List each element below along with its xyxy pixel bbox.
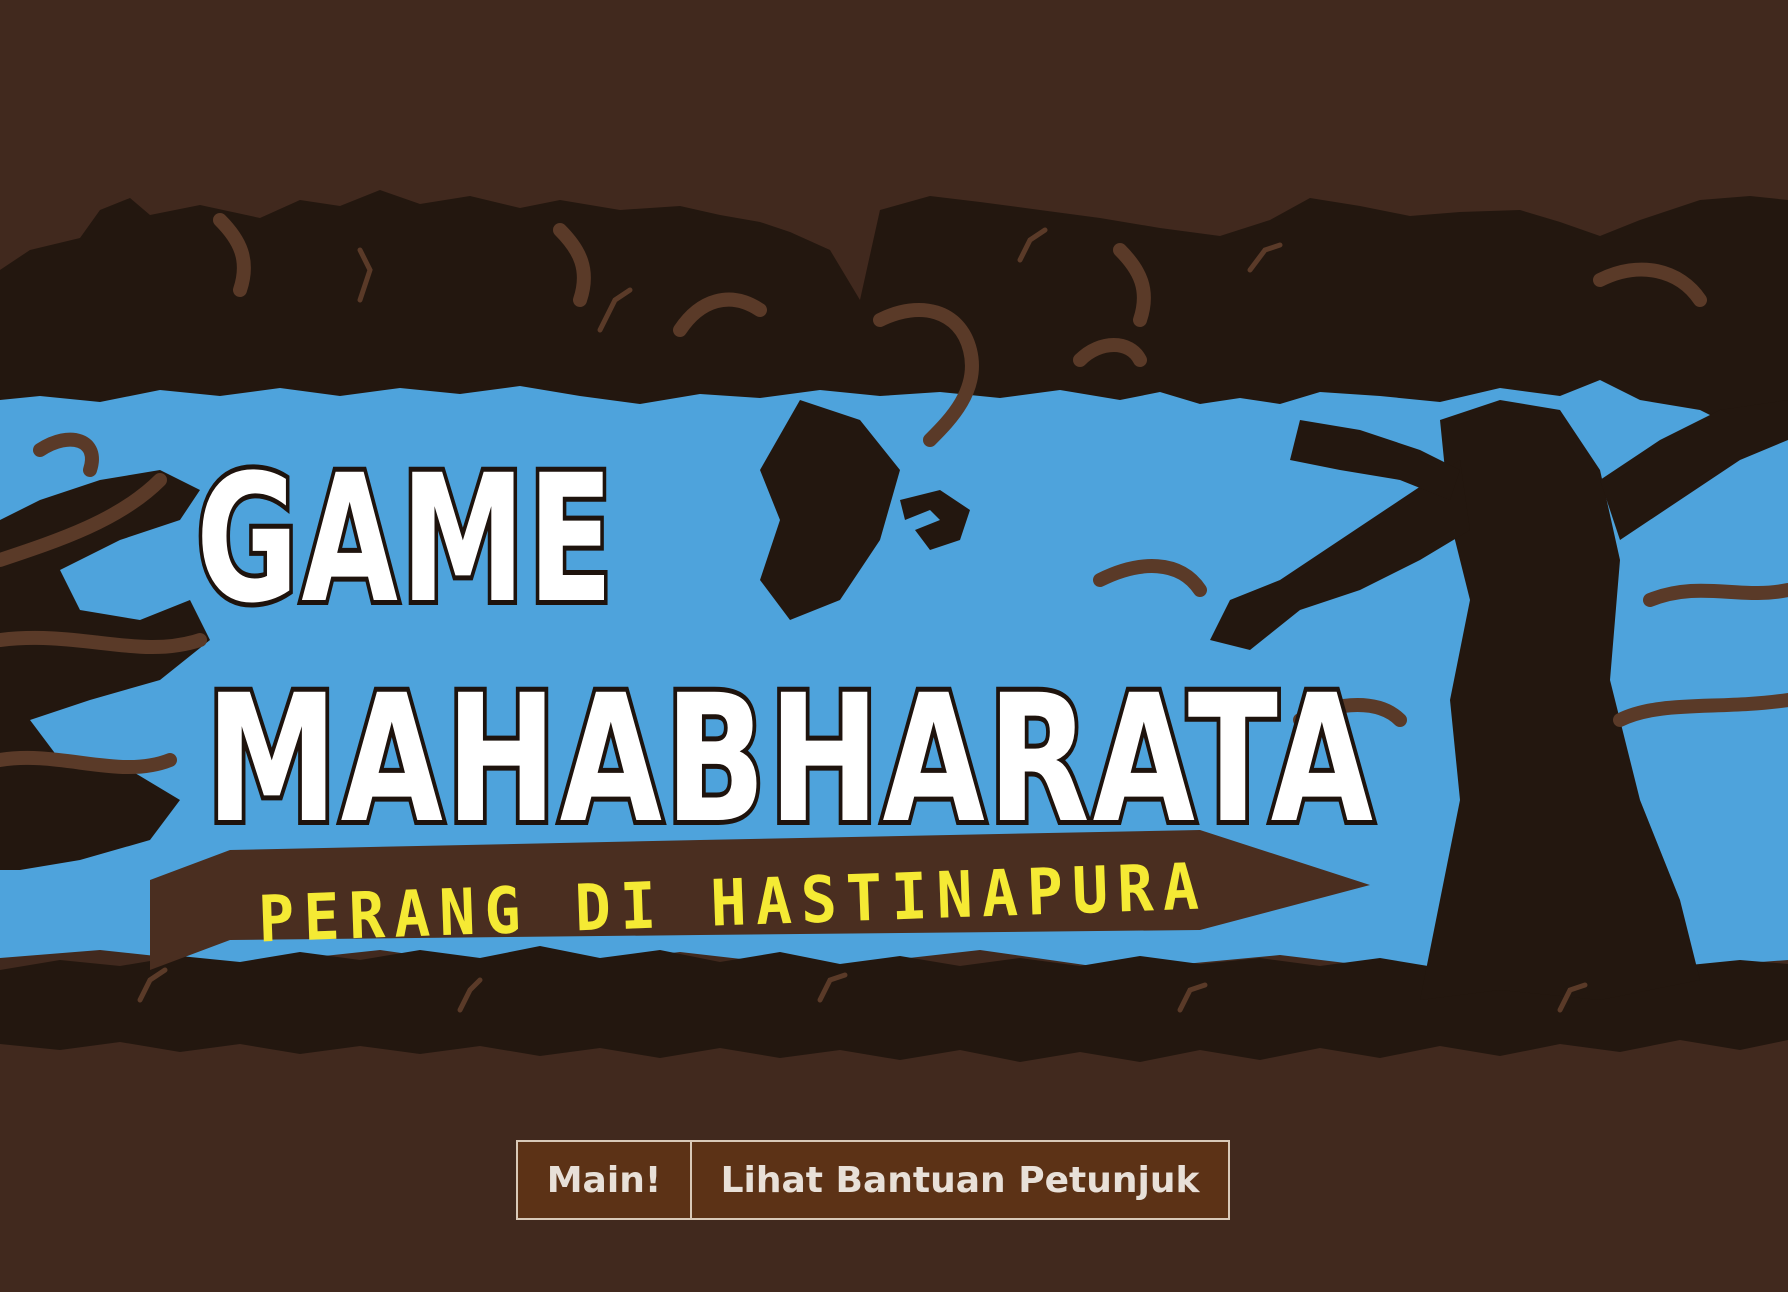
title-line-game: GAME (196, 437, 616, 642)
title-line-mahabharata: MAHABHARATA (206, 657, 1376, 862)
title-banner: GAME MAHABHARATA PERANG DI HASTINAPURA (0, 190, 1788, 1062)
play-button[interactable]: Main! (518, 1142, 690, 1218)
main-menu: Main! Lihat Bantuan Petunjuk (516, 1140, 1230, 1220)
help-button[interactable]: Lihat Bantuan Petunjuk (690, 1142, 1228, 1218)
title-screen: GAME MAHABHARATA PERANG DI HASTINAPURA M… (0, 0, 1788, 1292)
